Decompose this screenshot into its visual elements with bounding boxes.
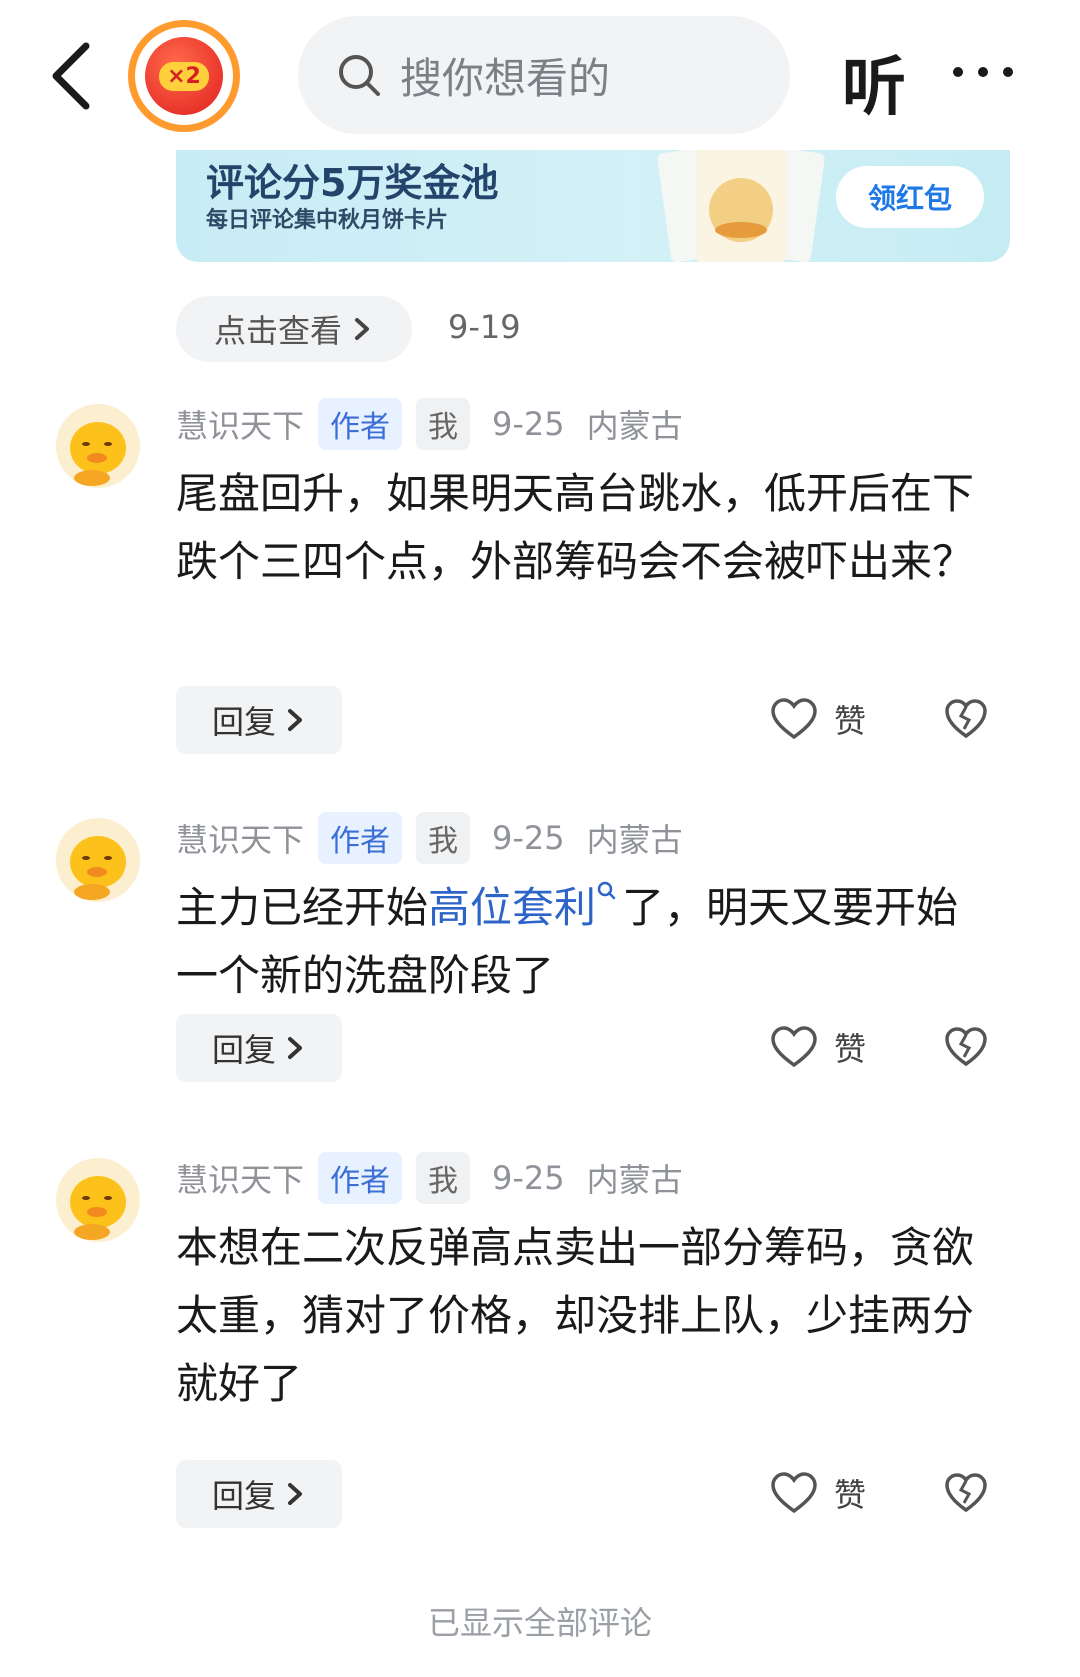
chevron-right-icon	[288, 1483, 302, 1505]
get-red-envelope-button[interactable]: 领红包	[836, 166, 984, 228]
reply-button[interactable]: 回复	[176, 1460, 342, 1528]
chevron-left-icon	[52, 42, 90, 110]
listen-button[interactable]: 听	[842, 36, 906, 128]
comment-date: 9-25	[492, 1159, 565, 1197]
reply-label: 回复	[211, 1031, 276, 1069]
promo-banner[interactable]: 评论分5万奖金池 每日评论集中秋月饼卡片 领红包	[176, 150, 1010, 262]
comment-text-before: 主力已经开始	[176, 883, 429, 932]
like-button[interactable]: 赞	[770, 696, 866, 742]
like-label: 赞	[834, 1030, 867, 1068]
heart-icon	[771, 1026, 817, 1068]
author-tag: 作者	[318, 812, 403, 864]
more-dots-icon	[953, 67, 1013, 77]
author-tag: 作者	[318, 398, 403, 450]
like-button[interactable]: 赞	[770, 1024, 866, 1070]
comment-meta: 慧识天下 作者 我 9-25 内蒙古	[176, 810, 683, 866]
chevron-right-icon	[288, 709, 302, 731]
comment-location: 内蒙古	[586, 1161, 683, 1199]
avatar[interactable]	[56, 1158, 140, 1242]
search-link-label: 高位套利	[428, 883, 597, 932]
chevron-right-icon	[288, 1037, 302, 1059]
multiplier-label: ×2	[159, 61, 209, 91]
duck-avatar-icon	[70, 422, 126, 486]
view-more-label: 点击查看	[213, 312, 342, 350]
reply-label: 回复	[211, 1477, 276, 1515]
comment-text: 主力已经开始高位套利 了，明天又要开始一个新的洗盘阶段了	[176, 874, 996, 1010]
comment-meta: 慧识天下 作者 我 9-25 内蒙古	[176, 396, 683, 452]
dislike-button[interactable]	[944, 1472, 988, 1518]
me-tag: 我	[416, 812, 471, 864]
like-label: 赞	[834, 702, 867, 740]
all-comments-shown-label: 已显示全部评论	[427, 1604, 652, 1642]
username[interactable]: 慧识天下	[176, 1155, 304, 1201]
more-button[interactable]	[950, 60, 1020, 84]
chevron-right-icon	[355, 318, 369, 340]
view-date: 9-19	[448, 308, 521, 346]
reply-button[interactable]: 回复	[176, 686, 342, 754]
red-envelope-icon: ×2	[145, 37, 223, 115]
author-tag: 作者	[318, 1152, 403, 1204]
comment-date: 9-25	[492, 405, 565, 443]
search-bar[interactable]: 搜你想看的	[298, 16, 790, 134]
reward-badge[interactable]: ×2	[128, 20, 240, 132]
reply-label: 回复	[211, 703, 276, 741]
comment-text: 尾盘回升，如果明天高台跳水，低开后在下跌个三四个点，外部筹码会不会被吓出来？	[176, 469, 975, 586]
banner-subtitle: 每日评论集中秋月饼卡片	[206, 208, 449, 233]
heart-icon	[771, 1472, 817, 1514]
like-label: 赞	[834, 1476, 867, 1514]
comment-item: 慧识天下 作者 我 9-25 内蒙古 尾盘回升，如果明天高台跳水，低开后在下跌个…	[0, 396, 1080, 754]
comment-text: 本想在二次反弹高点卖出一部分筹码，贪欲太重，猜对了价格，却没排上队，少挂两分就好…	[176, 1223, 975, 1408]
comment-item: 慧识天下 作者 我 9-25 内蒙古 本想在二次反弹高点卖出一部分筹码，贪欲太重…	[0, 1150, 1080, 1530]
search-icon	[339, 55, 380, 96]
duck-avatar-icon	[70, 1176, 126, 1240]
comment-location: 内蒙古	[586, 821, 683, 859]
username[interactable]: 慧识天下	[176, 401, 304, 447]
heart-icon	[771, 698, 817, 740]
avatar[interactable]	[56, 404, 140, 488]
mooncake-card-image	[657, 150, 825, 262]
broken-heart-icon	[945, 699, 987, 739]
back-button[interactable]	[42, 36, 102, 116]
search-link[interactable]: 高位套利	[428, 881, 622, 932]
view-more-button[interactable]: 点击查看	[176, 296, 412, 362]
dislike-button[interactable]	[944, 698, 988, 744]
comment-item: 慧识天下 作者 我 9-25 内蒙古 主力已经开始高位套利 了，明天又要开始一个新…	[0, 810, 1080, 1110]
broken-heart-icon	[945, 1473, 987, 1513]
me-tag: 我	[416, 398, 471, 450]
dislike-button[interactable]	[944, 1026, 988, 1072]
me-tag: 我	[416, 1152, 471, 1204]
search-placeholder: 搜你想看的	[400, 53, 611, 103]
avatar[interactable]	[56, 818, 140, 902]
comment-meta: 慧识天下 作者 我 9-25 内蒙古	[176, 1150, 683, 1206]
banner-title: 评论分5万奖金池	[206, 161, 499, 205]
reply-button[interactable]: 回复	[176, 1014, 342, 1082]
search-icon	[597, 881, 616, 900]
like-button[interactable]: 赞	[770, 1470, 866, 1516]
username[interactable]: 慧识天下	[176, 815, 304, 861]
comment-location: 内蒙古	[586, 407, 683, 445]
comment-date: 9-25	[492, 819, 565, 857]
broken-heart-icon	[945, 1027, 987, 1067]
duck-avatar-icon	[70, 836, 126, 900]
